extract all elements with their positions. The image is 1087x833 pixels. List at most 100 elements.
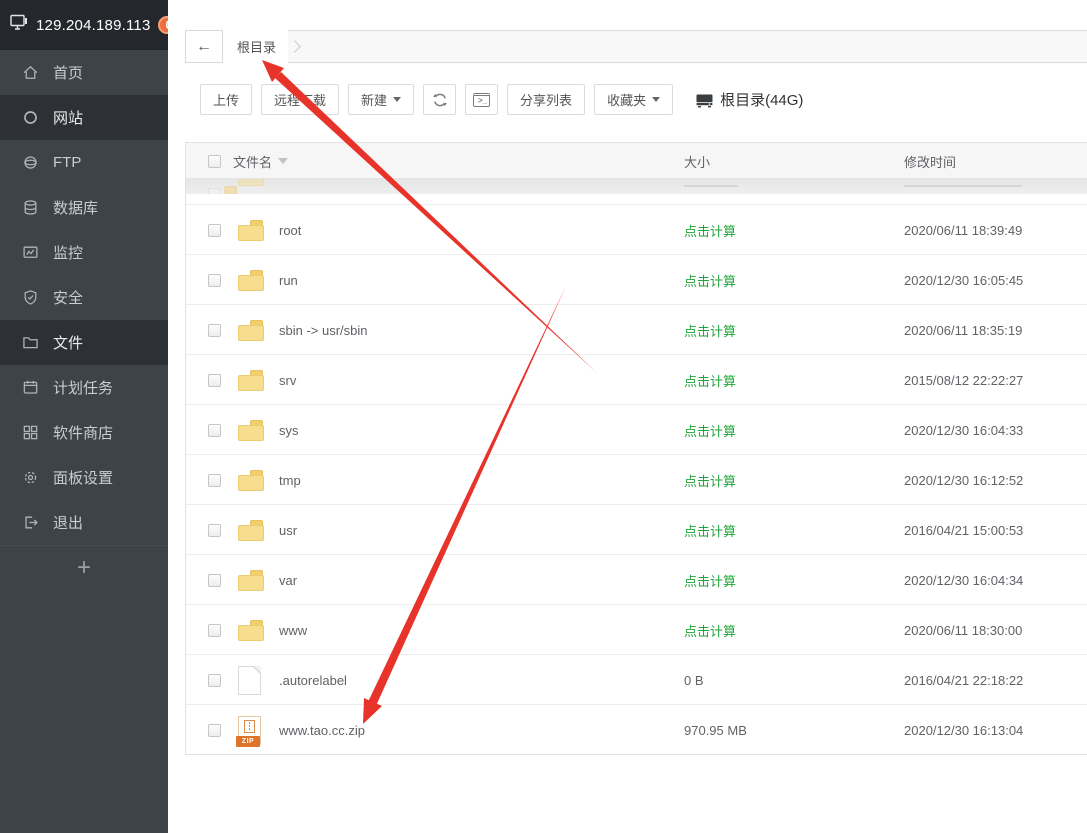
share-list-button[interactable]: 分享列表 [507, 84, 585, 115]
content-area: ← 根目录 上传 远程下载 新建 >_ 分享列表 [168, 0, 1087, 833]
size-calculate-link[interactable]: 点击计算 [684, 405, 736, 455]
size-calculate-link[interactable]: 点击计算 [684, 455, 736, 505]
new-button[interactable]: 新建 [348, 84, 414, 115]
file-mtime: 2015/08/12 22:22:27 [904, 355, 1023, 405]
size-calculate-link[interactable]: 点击计算 [684, 555, 736, 605]
row-checkbox[interactable] [208, 455, 221, 505]
sidebar-item-11[interactable]: 退出 [0, 500, 168, 545]
row-checkbox[interactable] [208, 255, 221, 305]
sidebar-menu: 首页网站FTP 数据库监控安全文件计划任务软件商店面板设置退出 [0, 50, 168, 545]
file-name[interactable]: var [279, 555, 297, 605]
file-name[interactable]: run [279, 255, 298, 305]
table-header: 文件名 大小 修改时间 [186, 143, 1087, 179]
row-checkbox[interactable] [208, 555, 221, 605]
folder-icon [238, 620, 264, 641]
row-checkbox[interactable] [208, 205, 221, 255]
sidebar-item-8[interactable]: 计划任务 [0, 365, 168, 410]
file-name[interactable]: sys [279, 405, 299, 455]
file-name[interactable]: www [279, 605, 307, 655]
size-calculate-link[interactable]: 点击计算 [684, 255, 736, 305]
logout-icon [22, 514, 39, 531]
website-icon [22, 109, 39, 126]
sidebar-item-4[interactable]: 数据库 [0, 185, 168, 230]
sidebar-item-6[interactable]: 安全 [0, 275, 168, 320]
row-checkbox[interactable] [208, 405, 221, 455]
file-mtime: 2020/12/30 16:05:45 [904, 255, 1023, 305]
server-monitor-icon [10, 14, 29, 36]
table-row[interactable]: usr 点击计算 2016/04/21 15:00:53 [186, 504, 1087, 554]
file-name[interactable]: .autorelabel [279, 655, 347, 705]
row-checkbox[interactable] [208, 505, 221, 555]
file-name[interactable]: srv [279, 355, 296, 405]
table-row[interactable]: www点击计算2020/06/11 18:30:00 [186, 604, 1087, 654]
sidebar-item-2[interactable]: 网站 [0, 95, 168, 140]
row-gap [186, 194, 1087, 204]
file-name[interactable]: root [279, 205, 301, 255]
sidebar: 129.204.189.113 0 首页网站FTP 数据库监控安全文件计划任务软件… [0, 0, 168, 833]
sidebar-item-label: 监控 [53, 242, 83, 263]
sidebar-item-label: 数据库 [53, 197, 98, 218]
sidebar-item-label: 软件商店 [53, 422, 113, 443]
security-icon [22, 289, 39, 306]
table-row[interactable]: var点击计算2020/12/30 16:04:34 [186, 554, 1087, 604]
column-header-name[interactable]: 文件名 [233, 143, 288, 179]
file-table: 文件名 大小 修改时间 root点击计算2020/06/11 1 [185, 142, 1087, 755]
table-row[interactable]: sys 点击计算 2020/12/30 16:04:33 [186, 404, 1087, 454]
sidebar-item-7[interactable]: 文件 [0, 320, 168, 365]
terminal-icon: >_ [473, 93, 490, 107]
table-row[interactable]: tmp点击计算2020/12/30 16:12:52 [186, 454, 1087, 504]
column-header-mtime[interactable]: 修改时间 [904, 143, 956, 179]
disk-usage-label[interactable]: 根目录(44G) [696, 89, 803, 110]
refresh-button[interactable] [423, 84, 456, 115]
file-name[interactable]: sbin -> usr/sbin [279, 305, 368, 355]
breadcrumb: ← 根目录 [185, 30, 1087, 63]
size-calculate-link[interactable]: 点击计算 [684, 605, 736, 655]
server-ip-bar[interactable]: 129.204.189.113 0 [0, 0, 168, 50]
sidebar-item-10[interactable]: 面板设置 [0, 455, 168, 500]
file-name[interactable]: tmp [279, 455, 301, 505]
row-checkbox[interactable] [208, 705, 221, 755]
sidebar-item-label: 安全 [53, 287, 83, 308]
bt-panel-file-manager: 129.204.189.113 0 首页网站FTP 数据库监控安全文件计划任务软件… [0, 0, 1087, 833]
monitor-icon [22, 244, 39, 261]
file-name[interactable]: usr [279, 505, 297, 555]
back-button[interactable]: ← [185, 30, 223, 63]
partially-scrolled-row [186, 179, 1087, 194]
file-mtime: 2020/12/30 16:04:33 [904, 405, 1023, 455]
sidebar-item-3[interactable]: FTP [0, 140, 168, 185]
size-calculate-link[interactable]: 点击计算 [684, 505, 736, 555]
row-checkbox[interactable] [208, 655, 221, 705]
table-row[interactable]: root点击计算2020/06/11 18:39:49 [186, 204, 1087, 254]
sidebar-item-1[interactable]: 首页 [0, 50, 168, 95]
folder-icon [238, 420, 264, 441]
row-checkbox[interactable] [208, 355, 221, 405]
favorites-button[interactable]: 收藏夹 [594, 84, 673, 115]
file-toolbar: 上传 远程下载 新建 >_ 分享列表 收藏夹 [200, 84, 803, 115]
sidebar-item-9[interactable]: 软件商店 [0, 410, 168, 455]
zip-file-icon: ZIP [238, 716, 261, 745]
file-mtime: 2016/04/21 15:00:53 [904, 505, 1023, 555]
table-row[interactable]: run 点击计算 2020/12/30 16:05:45 [186, 254, 1087, 304]
file-name[interactable]: www.tao.cc.zip [279, 705, 365, 755]
column-header-size[interactable]: 大小 [684, 143, 710, 179]
size-calculate-link[interactable]: 点击计算 [684, 205, 736, 255]
sidebar-add-button[interactable]: + [0, 545, 168, 589]
row-checkbox[interactable] [208, 605, 221, 655]
table-row[interactable]: .autorelabel0 B2016/04/21 22:18:22 [186, 654, 1087, 704]
upload-button[interactable]: 上传 [200, 84, 252, 115]
table-row[interactable]: ZIPwww.tao.cc.zip970.95 MB2020/12/30 16:… [186, 704, 1087, 754]
size-calculate-link[interactable]: 点击计算 [684, 305, 736, 355]
folder-icon [238, 570, 264, 591]
row-checkbox[interactable] [208, 305, 221, 355]
terminal-button[interactable]: >_ [465, 84, 498, 115]
file-mtime: 2020/06/11 18:35:19 [904, 305, 1022, 355]
breadcrumb-root[interactable]: 根目录 [223, 30, 288, 63]
table-row[interactable]: srv 点击计算 2015/08/12 22:22:27 [186, 354, 1087, 404]
remote-download-button[interactable]: 远程下载 [261, 84, 339, 115]
sidebar-item-5[interactable]: 监控 [0, 230, 168, 275]
file-icon [238, 666, 261, 695]
table-row[interactable]: sbin -> usr/sbin 点击计算 2020/06/11 18:35:19 [186, 304, 1087, 354]
size-calculate-link[interactable]: 点击计算 [684, 355, 736, 405]
select-all-checkbox[interactable] [208, 143, 221, 179]
sidebar-item-label: 面板设置 [53, 467, 113, 488]
